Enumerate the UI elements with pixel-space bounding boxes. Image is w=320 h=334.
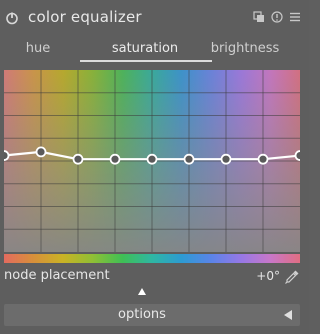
module-title: color equalizer: [28, 8, 142, 26]
slider-marker-icon[interactable]: [137, 287, 147, 297]
header-icons: [253, 10, 301, 23]
curve-node[interactable]: [183, 153, 195, 165]
curve-node[interactable]: [4, 150, 10, 161]
curve-node[interactable]: [257, 153, 269, 165]
tab-saturation[interactable]: saturation: [100, 41, 190, 56]
hue-gradient-bar: [4, 254, 300, 263]
curve-node[interactable]: [146, 153, 158, 165]
multi-instance-icon[interactable]: [253, 10, 265, 23]
saturation-curve-graph[interactable]: [4, 70, 300, 252]
triangle-left-icon: [284, 310, 292, 320]
curve-node[interactable]: [109, 153, 121, 165]
active-tab-indicator: [80, 60, 212, 62]
curve-node[interactable]: [220, 153, 232, 165]
node-placement-value: +0°: [256, 269, 280, 283]
color-equalizer-module: color equalizer hue saturation brightnes…: [0, 0, 309, 334]
power-icon[interactable]: [5, 11, 19, 25]
node-placement-label: node placement: [4, 268, 110, 283]
curve-node[interactable]: [294, 150, 301, 161]
node-placement-slider[interactable]: node placement +0°: [4, 268, 300, 286]
module-header: color equalizer: [0, 0, 309, 36]
tab-hue[interactable]: hue: [4, 41, 72, 56]
color-picker-icon[interactable]: [284, 269, 300, 285]
reset-icon[interactable]: [271, 10, 283, 23]
options-section-button[interactable]: options: [4, 304, 300, 326]
curve-node[interactable]: [72, 153, 84, 165]
tab-brightness[interactable]: brightness: [195, 41, 295, 56]
presets-icon[interactable]: [289, 10, 301, 23]
curve-node[interactable]: [35, 146, 47, 158]
options-label: options: [118, 307, 166, 322]
